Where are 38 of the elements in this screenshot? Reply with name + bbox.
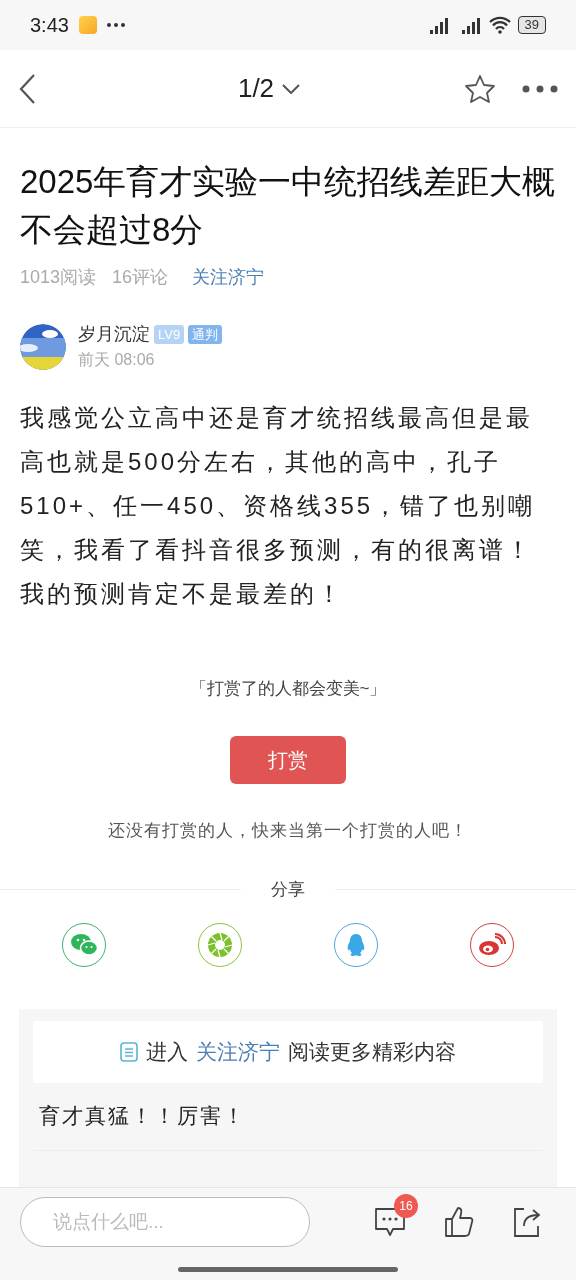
battery-indicator: 39	[517, 16, 546, 34]
wifi-icon	[487, 16, 512, 34]
share-label: 分享	[270, 879, 306, 901]
page-selector[interactable]: 1/2	[201, 69, 301, 108]
star-icon[interactable]	[464, 73, 496, 104]
read-count: 1013阅读	[20, 266, 97, 289]
reward-slogan: 「打赏了的人都会变美~」	[189, 678, 387, 700]
clock: 3:43	[30, 13, 69, 38]
app-notification-icon	[78, 16, 97, 34]
back-icon[interactable]	[18, 72, 38, 105]
level-tag: LV9	[154, 324, 185, 345]
rank-tag: 通判	[188, 324, 223, 345]
share-icon[interactable]	[512, 1206, 542, 1238]
comment-field[interactable]: 说点什么吧...	[53, 1207, 298, 1237]
post-time: 前天 08:06	[78, 350, 156, 370]
chevron-down-icon	[282, 83, 301, 94]
more-icon[interactable]	[522, 84, 558, 93]
forum-link[interactable]: 关注济宁	[192, 264, 265, 291]
document-icon	[120, 1041, 138, 1062]
banner-suffix: 阅读更多精彩内容	[288, 1038, 456, 1065]
forum-link[interactable]: 关注济宁	[196, 1035, 280, 1068]
reward-button[interactable]: 打赏	[230, 735, 346, 784]
author-name[interactable]: 岁月沉淀	[78, 321, 150, 348]
post-body: 我感觉公立高中还是育才统招线最高但是最高也就是500分左右，其他的高中，孔子510+、任一450、资格线355，错了也别嘲笑，我看了看抖音很多预测，有的很离谱！我的预测肯定不是最差的！	[20, 403, 537, 609]
thumbs-up-icon[interactable]	[444, 1206, 474, 1238]
penguin-icon	[346, 932, 366, 957]
forum-banner[interactable]: 进入 关注济宁 阅读更多精彩内容	[33, 1020, 543, 1083]
article-title: 2025年育才实验一中统招线差距大概不会超过8分	[20, 162, 556, 250]
eye-waves-icon	[478, 932, 506, 957]
chat-bubbles-icon	[70, 932, 98, 957]
reward-note: 还没有打赏的人，快来当第一个打赏的人吧！	[108, 819, 468, 842]
comment-input[interactable]: 说点什么吧...	[20, 1197, 310, 1247]
banner-prefix: 进入	[146, 1038, 188, 1065]
comment-count: 16评论	[112, 266, 169, 289]
comment-text[interactable]: 育才真猛！！厉害！	[39, 1100, 246, 1132]
more-icon	[106, 23, 125, 27]
comment-count-badge: 16	[394, 1194, 418, 1218]
aperture-icon	[207, 931, 233, 958]
